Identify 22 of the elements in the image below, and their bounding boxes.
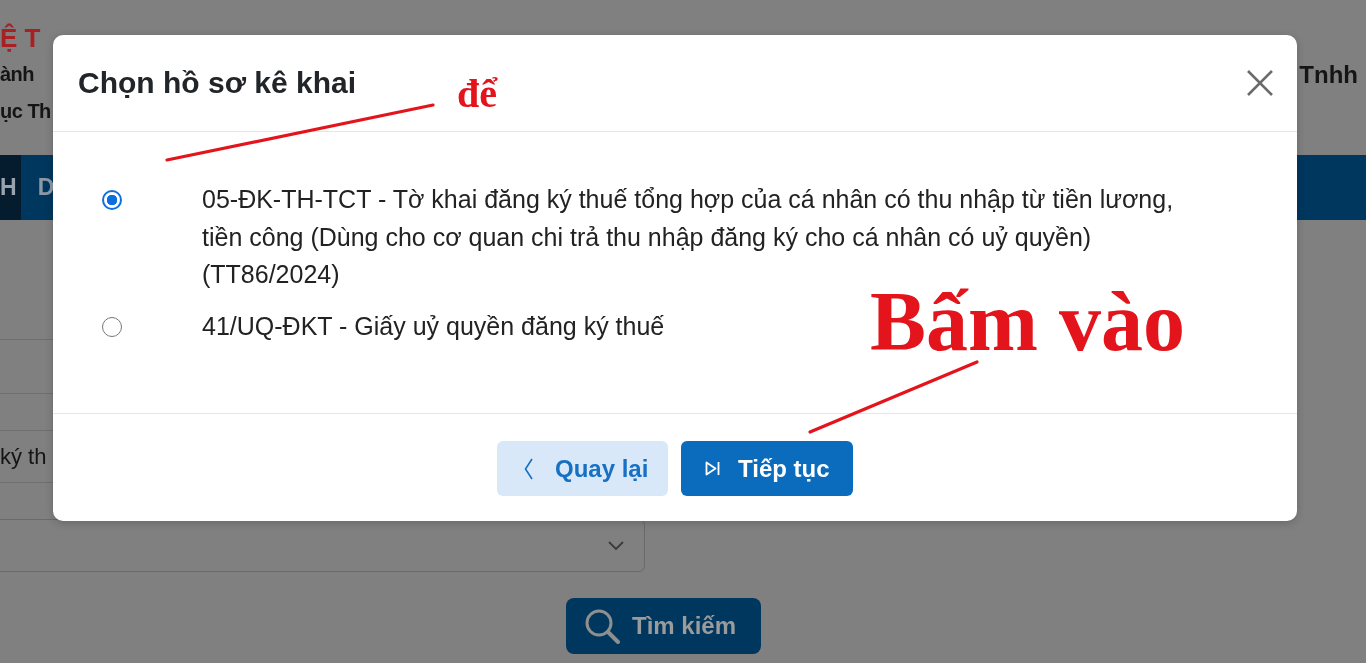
option-label[interactable]: 41/UQ-ĐKT - Giấy uỷ quyền đăng ký thuế	[202, 307, 665, 345]
company-text: Tnhh	[1299, 60, 1358, 89]
chevron-down-icon	[608, 540, 624, 551]
dialog-title: Chọn hồ sơ kê khai	[78, 66, 357, 100]
nav-tab[interactable]: D	[35, 155, 57, 220]
annotation-text: Bấm vào	[870, 280, 1185, 364]
back-button[interactable]: Quay lại	[497, 441, 668, 496]
search-button[interactable]: Tìm kiếm	[566, 598, 761, 654]
chevron-left-icon	[524, 457, 533, 480]
annotation-text: để	[457, 74, 497, 114]
step-forward-icon	[705, 461, 720, 476]
field-label: ký th	[0, 443, 47, 470]
continue-button[interactable]: Tiếp tục	[681, 441, 853, 496]
search-icon	[584, 608, 620, 644]
radio-button[interactable]	[102, 190, 122, 210]
header-text: ục Th	[0, 100, 51, 123]
header-text: ành	[0, 63, 35, 86]
portal-title: Ệ T	[0, 22, 41, 54]
radio-button[interactable]	[102, 316, 122, 337]
close-button[interactable]	[1247, 70, 1273, 96]
close-icon	[1247, 70, 1273, 96]
nav-tab[interactable]: H	[0, 155, 21, 220]
